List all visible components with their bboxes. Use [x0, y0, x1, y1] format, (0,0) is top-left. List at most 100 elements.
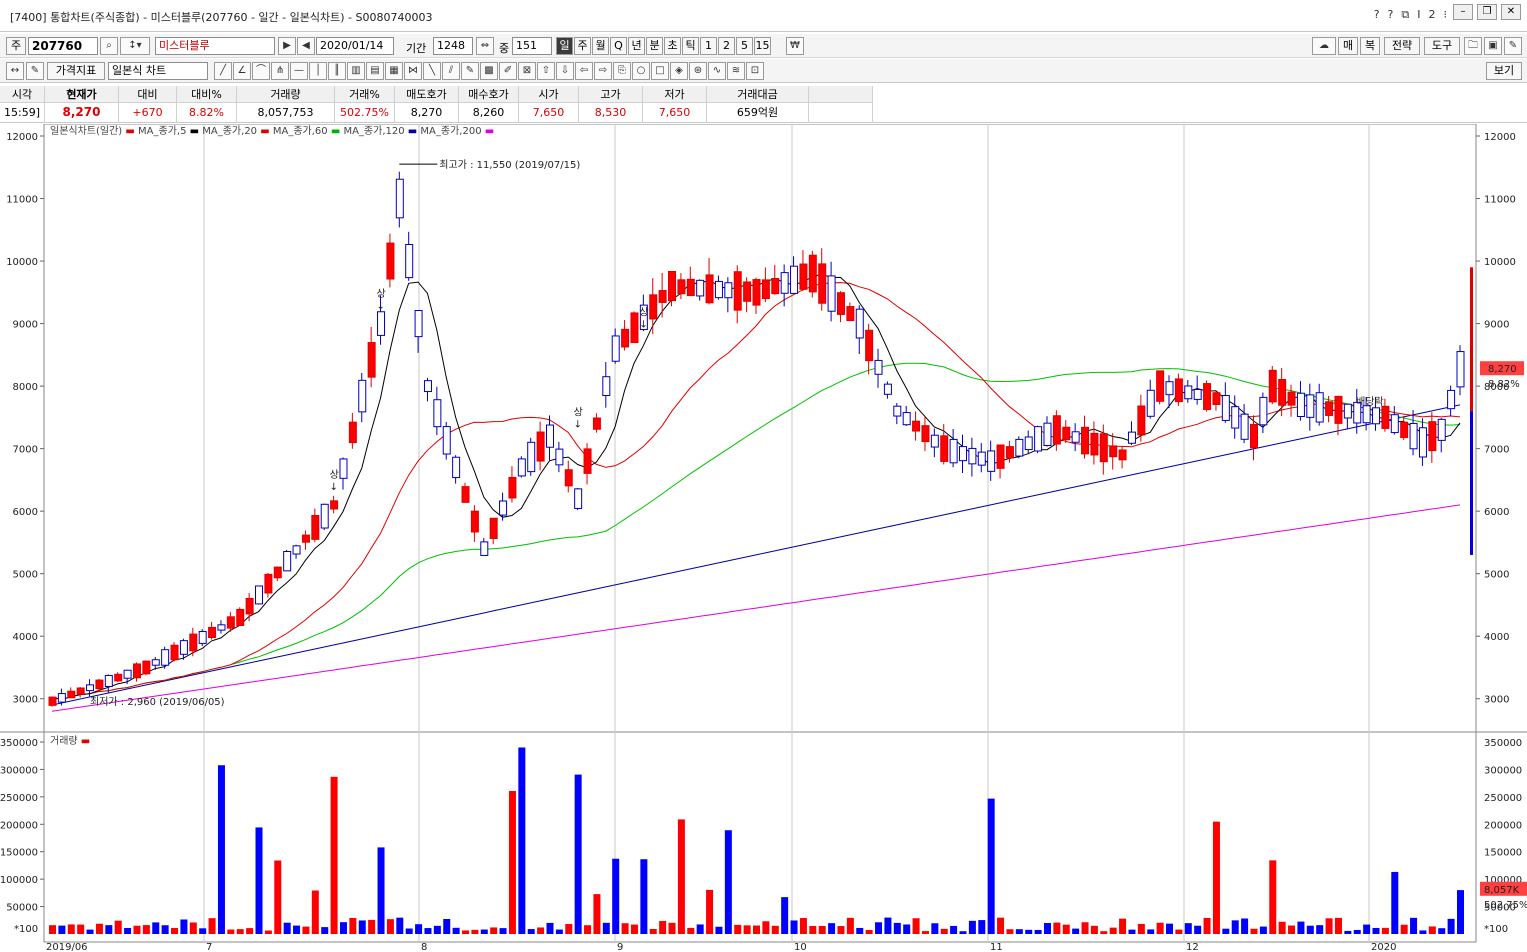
buy-button[interactable]: 매 [1338, 37, 1358, 55]
code-prefix-button[interactable]: 주 [6, 37, 26, 55]
cross-icon[interactable]: ⋈ [404, 62, 422, 80]
won-icon[interactable]: ₩ [786, 37, 804, 55]
expand-icon[interactable]: ↔ [6, 62, 24, 80]
ex-dividend-label: 배당락 [1356, 396, 1384, 408]
multiwave-icon[interactable]: ≋ [727, 62, 745, 80]
candle [320, 503, 329, 529]
pencil-icon[interactable]: ✎ [461, 62, 479, 80]
window-icon[interactable]: ⧉ [1401, 8, 1409, 22]
next-icon[interactable]: ▶ [278, 37, 296, 55]
period-button-5[interactable]: 분 [646, 37, 663, 55]
channel-icon[interactable]: ║ [328, 62, 346, 80]
count-input[interactable]: 151 [512, 37, 552, 55]
arc-icon[interactable]: ⌒ [252, 62, 270, 80]
eraser-icon[interactable]: ✐ [499, 62, 517, 80]
copy-icon[interactable]: ⎘ [613, 62, 631, 80]
period-button-3[interactable]: Q [610, 37, 627, 55]
vol-tick-label-right: 200000 [1484, 820, 1522, 831]
stock-code-input[interactable]: 207760 [28, 37, 98, 55]
close-icon[interactable]: ✕ [1501, 4, 1521, 20]
chart-legend: 일본식차트(일간) ▬ MA_종가,5 ▬ MA_종가,20 ▬ MA_종가,6… [50, 125, 494, 137]
quote-value: 7,650 [532, 106, 565, 119]
period-buttons: 일 주 월 Q 년 분 초 틱 1 2 5 15 [556, 37, 771, 55]
select-icon[interactable]: ⊡ [746, 62, 764, 80]
period-button-1[interactable]: 주 [574, 37, 591, 55]
candle [714, 280, 723, 299]
sort-icon[interactable]: ↕▾ [120, 37, 150, 55]
search-icon[interactable]: ⌕ [100, 37, 118, 55]
down-arrow-icon[interactable]: ⇩ [556, 62, 574, 80]
cloud-icon[interactable]: ☁ [1312, 37, 1336, 55]
edit-icon[interactable]: ✎ [26, 62, 44, 80]
volume-bar [246, 928, 254, 934]
candle [348, 421, 357, 444]
period-button-6[interactable]: 초 [664, 37, 681, 55]
save-icon[interactable]: ▣ [1484, 37, 1502, 55]
chart-svg[interactable]: 2019/06 7 8 9 10 11 12 2020 3000 3000 4000 4000 5000… [0, 124, 1527, 952]
period-button-8[interactable]: 1 [700, 37, 717, 55]
period-button-0[interactable]: 일 [556, 37, 573, 55]
line-icon[interactable]: ╱ [214, 62, 232, 80]
prev-icon[interactable]: ◀ [297, 37, 315, 55]
help-icon[interactable]: ? [1374, 8, 1380, 22]
tools-button[interactable]: 도구 [1424, 37, 1460, 55]
period-input[interactable]: 1248 [433, 37, 473, 55]
period-button-4[interactable]: 년 [628, 37, 645, 55]
wrench-icon[interactable]: ✎ [1504, 37, 1522, 55]
more-icon[interactable]: ⁝ [1444, 8, 1448, 22]
period-button-11[interactable]: 15 [754, 37, 771, 55]
quote-col-3: 대비% 8.82% [177, 86, 237, 123]
period-button-7[interactable]: 틱 [682, 37, 699, 55]
fan-icon[interactable]: ⋔ [271, 62, 289, 80]
square-icon[interactable]: □ [651, 62, 669, 80]
drawing-tools: ╱ ∠ ⌒ ⋔ — │ ║ ▥ ▤ ▦ ⋈ ╲ ⫽ ✎ ▩ ✐ ⊠ ⇧ ⇩ ⇦ ⇨ ⎘ ○ □ ◈ ⊛ ∿ ≋ ⊡ [214, 62, 764, 80]
grid-v-icon[interactable]: ▥ [347, 62, 365, 80]
left-arrow-icon[interactable]: ⇦ [575, 62, 593, 80]
text-icon[interactable]: Ⅰ [1417, 8, 1420, 22]
volume-bar [1062, 924, 1070, 934]
volume-bar [1410, 917, 1418, 934]
minimize-icon[interactable]: – [1453, 4, 1473, 20]
angle-icon[interactable]: ∠ [233, 62, 251, 80]
limit-up-arrow: ↓ [574, 420, 582, 431]
strategy-button[interactable]: 전략 [1384, 37, 1420, 55]
folder-icon[interactable]: 🗀 [1464, 37, 1482, 55]
fib-icon[interactable]: ▦ [385, 62, 403, 80]
volume-bar [846, 917, 854, 934]
candle [752, 279, 761, 306]
indicator-button[interactable]: 가격지표 [47, 62, 105, 80]
candle [67, 690, 76, 699]
duplicate-button[interactable]: 복 [1360, 37, 1380, 55]
hline-icon[interactable]: — [290, 62, 308, 80]
palette-icon[interactable]: ▩ [480, 62, 498, 80]
delete-icon[interactable]: ⊠ [518, 62, 536, 80]
period-button-10[interactable]: 5 [736, 37, 753, 55]
view-button[interactable]: 보기 [1486, 62, 1522, 80]
period-button-2[interactable]: 월 [592, 37, 609, 55]
period-button-9[interactable]: 2 [718, 37, 735, 55]
low-annotation: 최저가 : 2,960 (2019/06/05) [90, 696, 225, 708]
volume-bar [537, 927, 545, 934]
diamond-icon[interactable]: ◈ [670, 62, 688, 80]
trend-icon[interactable]: ╲ [423, 62, 441, 80]
parallel-icon[interactable]: ⫽ [442, 62, 460, 80]
title-icons: ? ? ⧉ Ⅰ 2 ⁝ [1374, 8, 1447, 22]
question-icon[interactable]: ? [1388, 8, 1394, 22]
number-icon[interactable]: 2 [1429, 8, 1436, 22]
chart-area[interactable]: 2019/06 7 8 9 10 11 12 2020 3000 3000 4000 4000 5000… [0, 124, 1527, 952]
chart-type-select[interactable]: 일본식 차트 [108, 62, 208, 80]
right-arrow-icon[interactable]: ⇨ [594, 62, 612, 80]
grid-h-icon[interactable]: ▤ [366, 62, 384, 80]
wave-icon[interactable]: ∿ [708, 62, 726, 80]
target-icon[interactable]: ⊛ [689, 62, 707, 80]
date-input[interactable]: 2020/01/14 [316, 37, 394, 55]
candle [621, 328, 630, 348]
up-arrow-icon[interactable]: ⇧ [537, 62, 555, 80]
zoom-icon[interactable]: ⇔ [476, 37, 494, 55]
restore-icon[interactable]: ❐ [1477, 4, 1497, 20]
volume-bar [1419, 930, 1427, 934]
stock-name-field[interactable]: 미스터블루 [155, 37, 275, 55]
circle-icon[interactable]: ○ [632, 62, 650, 80]
y-tick-label-left: 6000 [13, 507, 38, 518]
vline-icon[interactable]: │ [309, 62, 327, 80]
